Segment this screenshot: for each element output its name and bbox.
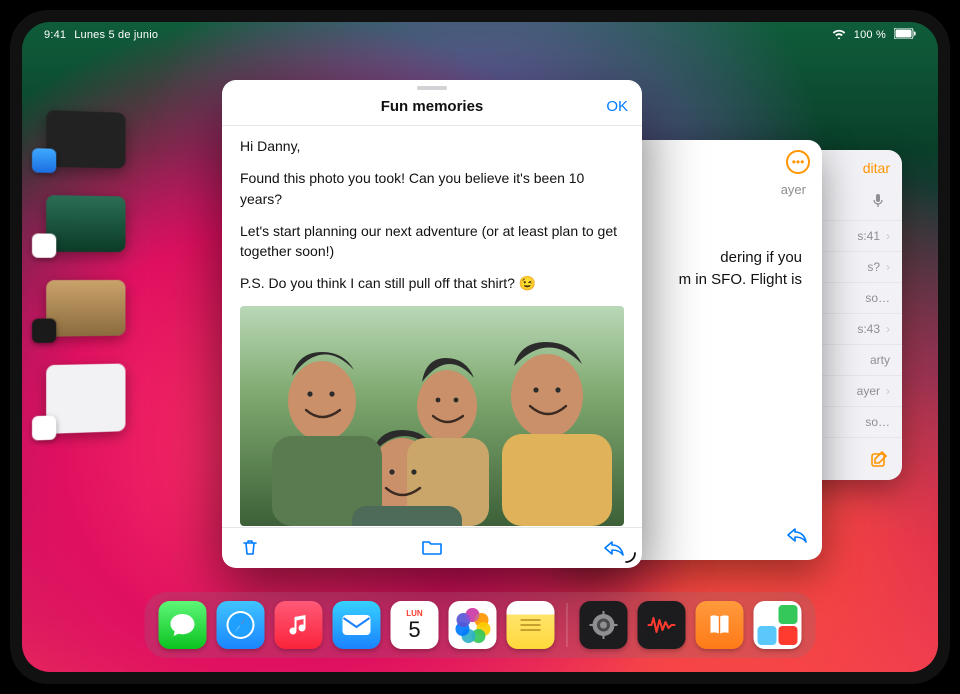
dock-app-books[interactable] [696, 601, 744, 649]
mail-title: Fun memories [381, 98, 484, 115]
mail-toolbar [222, 527, 642, 568]
mail-paragraph: Let's start planning our next adventure … [240, 221, 624, 262]
stage-item[interactable] [46, 364, 125, 434]
mic-icon [866, 190, 890, 212]
dock-app-safari[interactable] [217, 601, 265, 649]
status-date: Lunes 5 de junio [74, 29, 158, 41]
photos-icon [458, 610, 488, 640]
chevron-right-icon: › [886, 229, 890, 243]
dock-app-voice-memos[interactable] [638, 601, 686, 649]
calendar-day: 5 [408, 619, 420, 641]
stage-item[interactable] [46, 110, 125, 168]
mail-nav: Fun memories OK [222, 90, 642, 126]
chevron-right-icon: › [886, 260, 890, 274]
compose-button[interactable] [866, 446, 892, 472]
resize-handle[interactable] [622, 548, 638, 564]
dock-app-calendar[interactable]: LUN 5 [391, 601, 439, 649]
stage-item[interactable] [46, 280, 125, 337]
mail-window[interactable]: Fun memories OK Hi Danny, Found this pho… [222, 80, 642, 568]
stage-manager-strip [46, 110, 154, 434]
dock-app-library[interactable] [754, 601, 802, 649]
ok-button[interactable]: OK [606, 98, 628, 115]
reply-button[interactable] [786, 525, 808, 548]
folder-button[interactable] [420, 536, 444, 558]
screen: 9:41 Lunes 5 de junio 100 % [22, 22, 938, 672]
status-bar: 9:41 Lunes 5 de junio 100 % [22, 28, 938, 42]
mail-paragraph: Found this photo you took! Can you belie… [240, 168, 624, 209]
ipad-frame: 9:41 Lunes 5 de junio 100 % [10, 10, 950, 684]
edit-button[interactable]: ditar [863, 160, 890, 176]
dock-app-music[interactable] [275, 601, 323, 649]
mail-greeting: Hi Danny, [240, 136, 624, 156]
battery-text: 100 % [854, 29, 886, 41]
dock-app-messages[interactable] [159, 601, 207, 649]
dock-app-mail[interactable] [333, 601, 381, 649]
dock-app-settings[interactable] [580, 601, 628, 649]
dock-separator [567, 603, 568, 647]
safari-icon [32, 148, 56, 173]
battery-icon [894, 28, 916, 42]
dock-app-notes[interactable] [507, 601, 555, 649]
mail-body: Hi Danny, Found this photo you took! Can… [222, 126, 642, 527]
stage-item[interactable] [46, 195, 125, 252]
mail-paragraph: P.S. Do you think I can still pull off t… [240, 273, 624, 293]
wifi-icon [832, 28, 846, 42]
tv-icon [32, 318, 56, 343]
trash-button[interactable] [238, 536, 262, 558]
photos-icon [32, 233, 56, 257]
dock-app-photos[interactable] [449, 601, 497, 649]
chevron-right-icon: › [886, 384, 890, 398]
app-library-icon [758, 605, 798, 645]
status-time: 9:41 [44, 29, 66, 41]
chevron-right-icon: › [886, 322, 890, 336]
dock: LUN 5 [145, 592, 816, 658]
music-icon [32, 415, 56, 440]
attached-photo[interactable] [240, 306, 624, 526]
more-button[interactable]: ••• [786, 150, 810, 174]
